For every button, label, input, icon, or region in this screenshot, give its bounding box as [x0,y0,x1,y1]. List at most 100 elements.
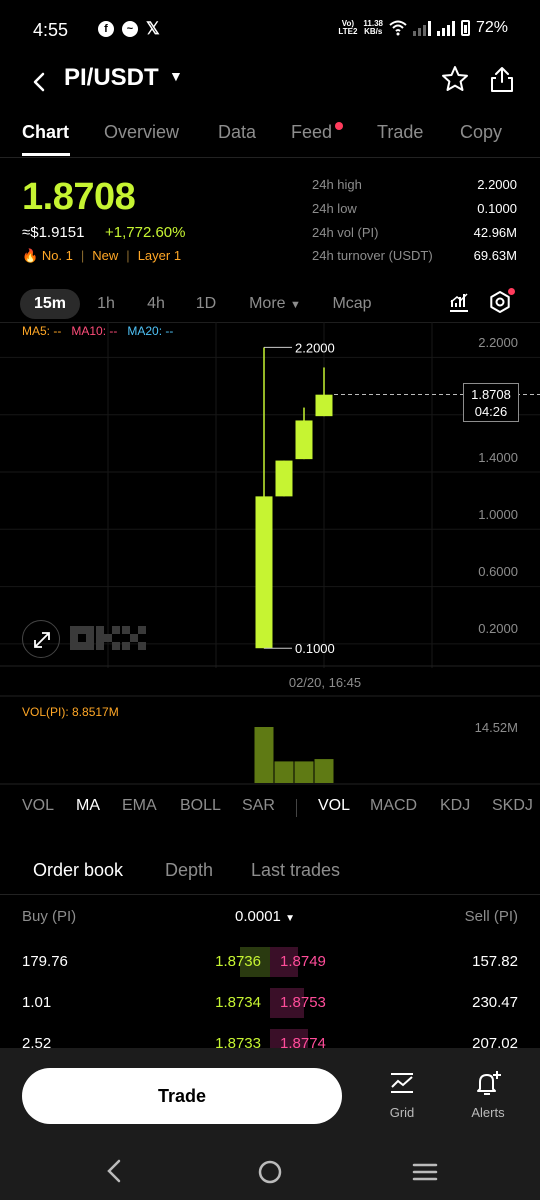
network-type: Vo) LTE2 [338,19,358,36]
pair-dropdown-icon[interactable]: ▼ [169,68,183,84]
layer-badge: Layer 1 [137,248,182,263]
messenger-icon: ~ [122,21,138,37]
status-time: 4:55 [33,20,69,40]
tab-data[interactable]: Data [218,122,256,143]
candle-body [275,460,293,497]
tabs-divider [0,157,540,158]
percent-change: +1,772.60% [105,224,186,241]
tab-last-trades[interactable]: Last trades [251,860,340,881]
tab-copy[interactable]: Copy [460,122,502,143]
candle-body [295,420,313,460]
indicator-kdj[interactable]: KDJ [440,797,470,815]
orderbook-header: Buy (PI) 0.0001 ▼ Sell (PI) [0,908,540,930]
share-icon[interactable] [487,64,517,94]
volume-bar [294,761,314,783]
battery-percent: 72% [475,19,508,36]
y-tick-label: 2.2000 [478,335,518,350]
orderbook-row[interactable]: 1.01 1.8734 1.8753 230.47 [0,988,540,1018]
volume-bar [314,759,334,783]
grid-bot-icon [391,1073,413,1093]
back-icon[interactable] [28,68,52,96]
stat-24h-low: 24h low 0.1000 [312,201,517,216]
y-tick-label: 1.0000 [478,507,518,522]
last-price: 1.8708 [22,176,136,218]
okx-watermark-logo [70,626,146,650]
y-tick-label: 0.6000 [478,564,518,579]
indicator-ma[interactable]: MA [76,797,100,815]
indicator-macd[interactable]: MACD [370,797,417,815]
facebook-icon: f [98,21,114,37]
interval-more[interactable]: More ▼ [240,289,310,319]
tab-depth[interactable]: Depth [165,860,213,881]
alerts-button[interactable]: Alerts [458,1070,518,1120]
buy-header: Buy (PI) [22,908,77,925]
trade-button[interactable]: Trade [22,1068,342,1124]
indicator-vol-sub[interactable]: VOL [318,797,350,815]
sell-header: Sell (PI) [464,908,518,925]
grid-button[interactable]: Grid [372,1070,432,1120]
bell-plus-icon [477,1071,501,1095]
precision-selector[interactable]: 0.0001 ▼ [235,908,295,925]
current-price-marker: 1.8708 04:26 [463,383,519,422]
system-nav-bar [0,1142,540,1200]
battery-icon [460,20,470,36]
indicator-selector: VOL MA EMA BOLL SAR VOL MACD KDJ SKDJ [0,797,540,821]
high-price-label: 2.2000 [295,340,335,355]
stat-24h-turnover: 24h turnover (USDT) 69.63M [312,248,517,263]
tab-trade[interactable]: Trade [377,122,423,143]
tab-feed[interactable]: Feed [291,122,332,143]
interval-1h[interactable]: 1h [88,289,124,319]
y-tick-label: 1.4000 [478,450,518,465]
stat-24h-vol: 24h vol (PI) 42.96M [312,225,517,240]
fullscreen-button[interactable] [22,620,60,658]
x-icon: 𝕏 [146,19,160,38]
notification-icons: f ~ 𝕏 [98,19,160,38]
volume-max-label: 14.52M [474,720,518,735]
candle-body [315,394,333,417]
network-speed: 11.38 KB/s [363,19,383,36]
wifi-icon [389,20,407,36]
orderbook-tabs: Order book Depth Last trades [0,858,540,894]
settings-notification-dot [508,288,515,295]
indicator-icon[interactable] [448,291,470,313]
pair-title[interactable]: PI/USDT [64,64,159,92]
interval-4h[interactable]: 4h [138,289,174,319]
status-bar: 4:55 f ~ 𝕏 Vo) LTE2 11.38 KB/s 72% [0,0,540,62]
favorite-star-icon[interactable] [440,64,470,94]
interval-15m[interactable]: 15m [20,289,80,319]
nav-recents-icon[interactable] [412,1162,438,1182]
interval-1d[interactable]: 1D [188,289,224,319]
tab-overview[interactable]: Overview [104,122,179,143]
candle-body [255,496,273,649]
indicator-boll[interactable]: BOLL [180,797,221,815]
signal-icon-2 [436,20,455,36]
feed-notification-dot [335,122,343,130]
indicator-skdj[interactable]: SKDJ [492,797,533,815]
y-tick-label: 0.2000 [478,621,518,636]
new-badge: New [92,248,119,263]
rank-badge: 🔥 No. 1 [22,248,73,263]
nav-back-icon[interactable] [104,1158,124,1184]
tab-order-book[interactable]: Order book [33,860,123,881]
indicator-divider [296,799,297,817]
chart-date-label: 02/20, 16:45 [288,675,362,690]
indicator-ema[interactable]: EMA [122,797,157,815]
volume-label: VOL(PI): 8.8517M [22,705,119,719]
nav-home-icon[interactable] [257,1159,283,1185]
active-tab-indicator [22,153,70,156]
orderbook-row[interactable]: 179.76 1.8736 1.8749 157.82 [0,947,540,977]
tab-chart[interactable]: Chart [22,122,69,143]
orderbook-divider [0,894,540,895]
status-right: Vo) LTE2 11.38 KB/s 72% [338,19,508,37]
usd-price: ≈$1.9151 [22,224,85,241]
interval-mcap[interactable]: Mcap [322,289,382,319]
volume-bar [254,727,274,783]
signal-icon [412,20,431,36]
header: PI/USDT ▼ [0,62,540,102]
coin-tags: 🔥 No. 1 | New | Layer 1 [22,248,182,263]
low-price-label: 0.1000 [295,641,335,656]
indicator-vol-main[interactable]: VOL [22,797,54,815]
indicator-sar[interactable]: SAR [242,797,275,815]
main-tabs: Chart Overview Data Feed Trade Copy [0,118,540,158]
volume-bar [274,761,294,783]
